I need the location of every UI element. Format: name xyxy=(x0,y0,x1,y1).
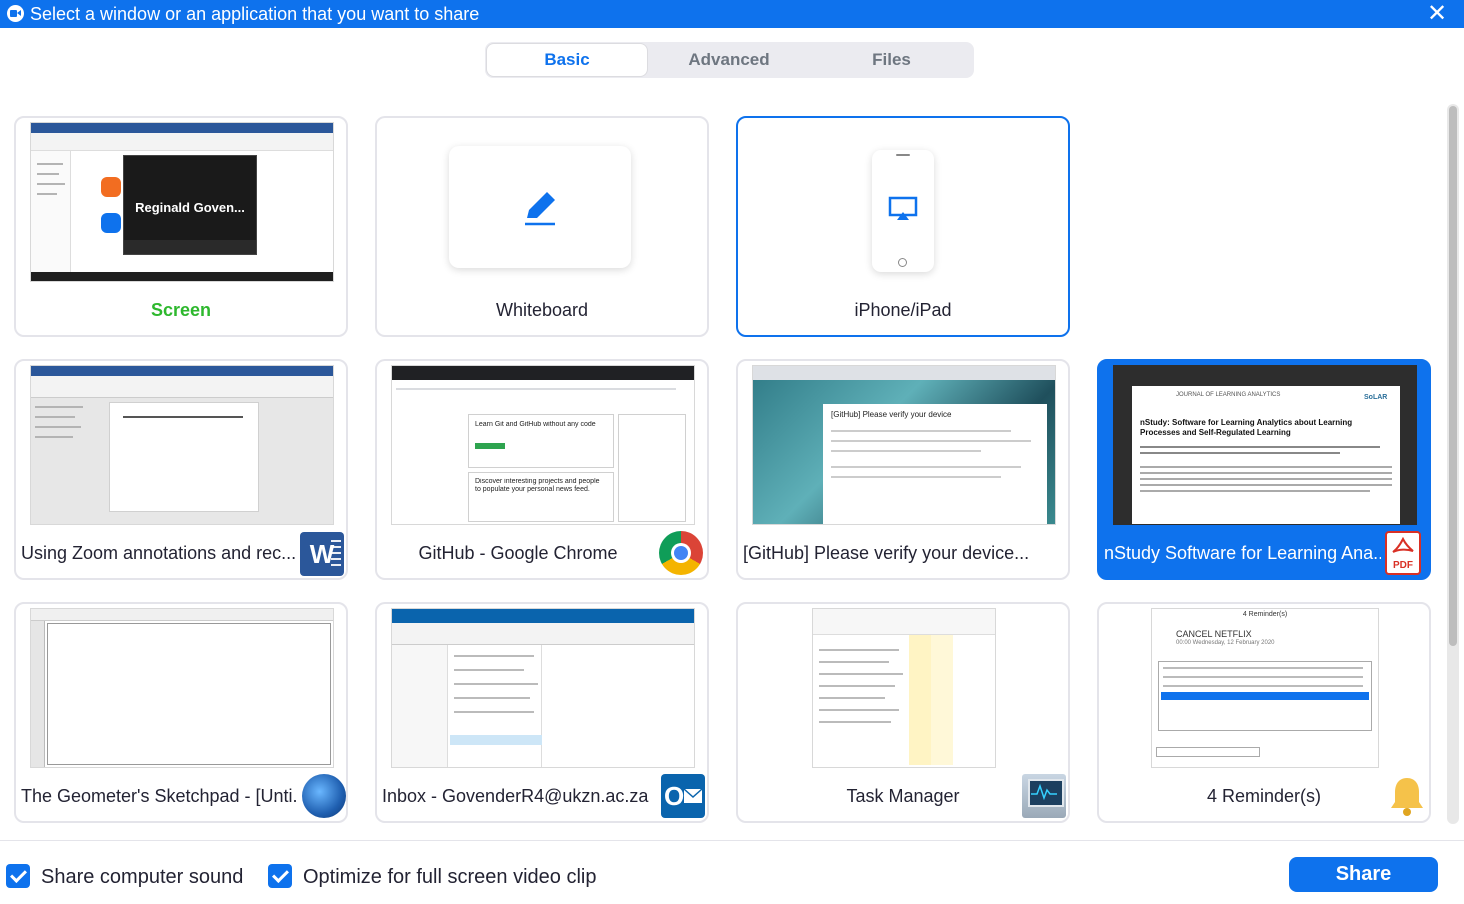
thumbnail-text: 4 Reminder(s) xyxy=(1242,611,1288,618)
thumbnail-text: JOURNAL OF LEARNING ANALYTICS xyxy=(1176,392,1281,398)
share-sound-checkbox[interactable] xyxy=(6,864,30,888)
title-bar: Select a window or an application that y… xyxy=(0,0,1464,28)
tile-label: iPhone/iPad xyxy=(854,300,952,320)
whiteboard-card xyxy=(449,146,631,268)
optimize-video-label: Optimize for full screen video clip xyxy=(303,866,597,888)
outlook-thumbnail xyxy=(391,608,695,768)
sketchpad-thumbnail xyxy=(30,608,334,768)
tile-label: The Geometer's Sketchpad - [Unti... xyxy=(21,786,298,806)
tab-basic[interactable]: Basic xyxy=(487,44,647,76)
share-tile-whiteboard[interactable]: Whiteboard xyxy=(375,116,709,337)
tile-label: Screen xyxy=(150,300,212,320)
reminders-thumbnail: 4 Reminder(s) CANCEL NETFLIX 00:00 Wedne… xyxy=(1151,608,1379,768)
vertical-scrollbar[interactable] xyxy=(1447,104,1459,824)
pdf-icon: PDF xyxy=(1385,531,1421,575)
task-manager-icon xyxy=(1022,774,1066,818)
share-sound-label: Share computer sound xyxy=(41,866,244,888)
window-title: Select a window or an application that y… xyxy=(30,4,480,24)
task-manager-thumbnail xyxy=(812,608,996,768)
share-button[interactable]: Share xyxy=(1289,857,1438,892)
tab-files[interactable]: Files xyxy=(811,44,972,76)
share-tile-reminders[interactable]: 4 Reminder(s) CANCEL NETFLIX 00:00 Wedne… xyxy=(1097,602,1431,823)
tile-label: 4 Reminder(s) xyxy=(1206,786,1322,806)
thumbnail-text: 00:00 Wednesday, 12 February 2020 xyxy=(1176,640,1275,646)
tile-label: Using Zoom annotations and rec... xyxy=(21,543,297,563)
thumbnail-text: Discover interesting projects and people… xyxy=(475,478,600,493)
share-tile-sketchpad[interactable]: The Geometer's Sketchpad - [Unti... xyxy=(14,602,348,823)
thumbnail-text: [GitHub] Please verify your device xyxy=(831,410,952,419)
close-icon[interactable]: ✕ xyxy=(1420,1,1454,27)
thumbnail-caption: Reginald Goven... xyxy=(135,200,245,215)
globe-icon xyxy=(302,774,346,818)
scrollbar-thumb[interactable] xyxy=(1449,106,1457,646)
share-tile-chrome[interactable]: Learn Git and GitHub without any code Di… xyxy=(375,359,709,580)
thumbnail-text: nStudy: Software for Learning Analytics … xyxy=(1140,418,1353,437)
thumbnail-text: CANCEL NETFLIX xyxy=(1176,629,1252,639)
thumbnail-text: Learn Git and GitHub without any code xyxy=(475,421,596,428)
thumbnail-text: SoLAR xyxy=(1364,394,1388,401)
gmail-thumbnail: [GitHub] Please verify your device xyxy=(752,365,1056,525)
tab-advanced[interactable]: Advanced xyxy=(649,44,809,76)
optimize-video-checkbox[interactable] xyxy=(268,864,292,888)
tile-label: GitHub - Google Chrome xyxy=(418,543,618,563)
screen-thumbnail: Reginald Goven... xyxy=(30,122,334,282)
phone-graphic xyxy=(872,150,934,272)
tile-label: Task Manager xyxy=(846,786,960,806)
share-tile-screen[interactable]: Reginald Goven... Screen xyxy=(14,116,348,337)
outlook-icon: O xyxy=(661,774,705,818)
share-tile-iphone-ipad[interactable]: iPhone/iPad xyxy=(736,116,1070,337)
zoom-logo-icon xyxy=(7,5,24,22)
share-tile-gmail[interactable]: [GitHub] Please verify your device [GitH… xyxy=(736,359,1070,580)
share-tile-word[interactable]: Using Zoom annotations and rec... W xyxy=(14,359,348,580)
share-tile-outlook[interactable]: Inbox - GovenderR4@ukzn.ac.za ... O xyxy=(375,602,709,823)
share-tile-pdf[interactable]: JOURNAL OF LEARNING ANALYTICS SoLAR nStu… xyxy=(1097,359,1431,580)
footer-divider xyxy=(0,840,1464,841)
word-thumbnail xyxy=(30,365,334,525)
airplay-icon xyxy=(888,196,918,220)
tab-bar: Basic Advanced Files xyxy=(485,42,974,78)
bell-icon xyxy=(1391,778,1423,816)
word-icon: W xyxy=(300,532,344,576)
tile-label: Whiteboard xyxy=(495,300,589,320)
tile-label: Inbox - GovenderR4@ukzn.ac.za ... xyxy=(382,786,653,806)
tile-label: [GitHub] Please verify your device... xyxy=(743,543,1030,563)
pdf-thumbnail: JOURNAL OF LEARNING ANALYTICS SoLAR nStu… xyxy=(1113,365,1417,525)
share-tile-task-manager[interactable]: Task Manager xyxy=(736,602,1070,823)
chrome-icon xyxy=(659,531,703,575)
tile-label: nStudy Software for Learning Ana... xyxy=(1104,543,1381,563)
pen-icon xyxy=(525,192,555,226)
chrome-thumbnail: Learn Git and GitHub without any code Di… xyxy=(391,365,695,525)
